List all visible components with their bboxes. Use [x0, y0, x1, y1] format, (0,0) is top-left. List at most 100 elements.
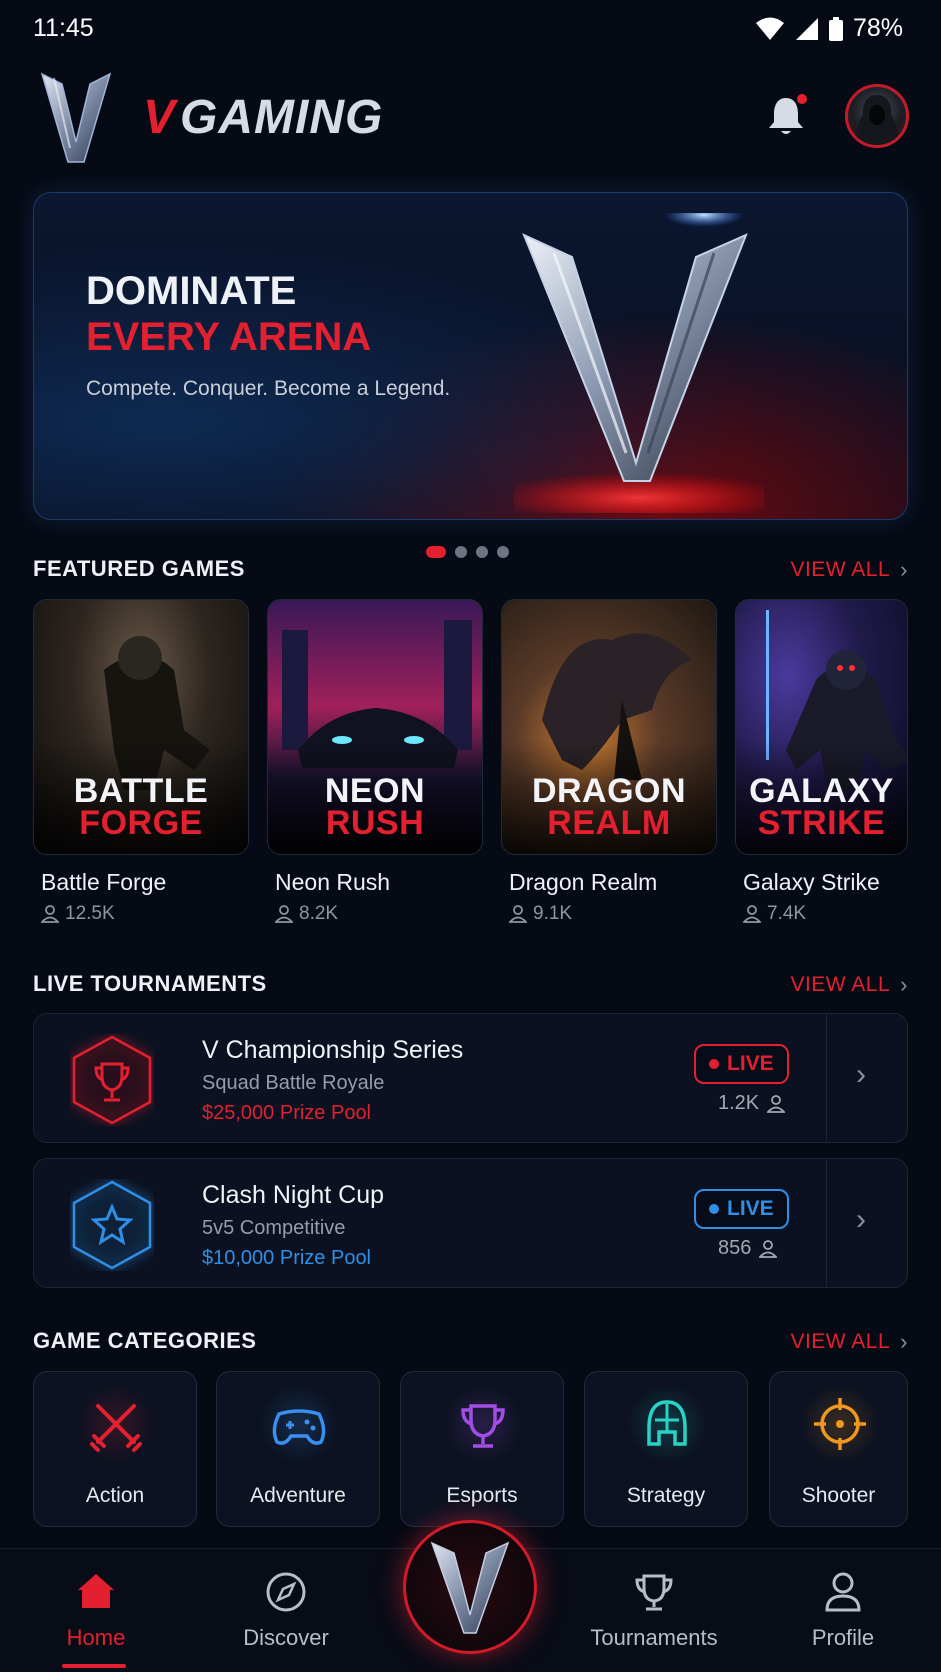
crosshair-icon [813, 1398, 866, 1450]
game-player-count: 12.5K [41, 903, 115, 925]
v-logo-icon[interactable] [40, 72, 112, 164]
status-icons: 78% [755, 14, 903, 43]
helmet-icon [647, 1400, 687, 1446]
game-title[interactable]: Dragon Realm [509, 869, 657, 896]
avatar[interactable] [845, 84, 909, 148]
game-categories-title: GAME CATEGORIES [33, 1328, 257, 1353]
nav-item-discover[interactable]: Discover [211, 1570, 361, 1651]
chevron-right-icon: › [900, 557, 908, 582]
participant-count-value: 1.2K [718, 1092, 760, 1114]
nav-label: Tournaments [590, 1625, 718, 1650]
user-icon [825, 1572, 861, 1612]
hero-title-line2: EVERY ARENA [86, 315, 372, 359]
live-label: LIVE [727, 1052, 774, 1075]
v-emblem-icon [514, 213, 764, 513]
notification-bell-icon[interactable] [764, 92, 808, 138]
game-title[interactable]: Neon Rush [275, 869, 390, 896]
user-icon [743, 905, 761, 923]
nav-label: Home [66, 1625, 126, 1650]
carousel-dot[interactable] [497, 546, 509, 558]
home-indicator [62, 1664, 126, 1668]
categories-view-all-link[interactable]: VIEW ALL › [790, 1329, 908, 1355]
tournament-card[interactable]: Clash Night Cup 5v5 Competitive $10,000 Pr… [33, 1158, 908, 1288]
game-player-count: 7.4K [743, 903, 806, 925]
category-tile[interactable]: Esports [400, 1371, 564, 1527]
player-count-value: 12.5K [65, 903, 115, 924]
user-icon [759, 1239, 778, 1258]
center-v-button[interactable] [403, 1520, 537, 1654]
tournaments-view-all-link[interactable]: VIEW ALL › [790, 972, 908, 998]
carousel-dot[interactable] [455, 546, 467, 558]
tournament-card[interactable]: V Championship Series Squad Battle Royale… [33, 1013, 908, 1143]
game-cover-title-line2: REALM [547, 804, 671, 842]
chevron-right-icon[interactable]: › [856, 1058, 866, 1092]
category-icon-halo [76, 1384, 156, 1464]
game-title[interactable]: Battle Forge [41, 869, 166, 896]
live-dot [709, 1204, 719, 1214]
category-label: Adventure [250, 1484, 346, 1507]
carousel-dot[interactable] [476, 546, 488, 558]
player-count-value: 8.2K [299, 903, 339, 924]
carousel-dot[interactable] [426, 546, 446, 558]
home-icon [78, 1574, 114, 1608]
swords-icon [90, 1404, 142, 1452]
live-dot [709, 1059, 719, 1069]
game-cover-title-line2: STRIKE [757, 804, 886, 842]
status-time: 11:45 [33, 14, 94, 42]
gamepad-icon [272, 1409, 326, 1445]
category-tile[interactable]: Action [33, 1371, 197, 1527]
nav-item-profile[interactable]: Profile [768, 1570, 918, 1651]
game-cover-title-line2: RUSH [325, 804, 425, 842]
category-icon-halo [627, 1384, 707, 1464]
view-all-label: VIEW ALL [790, 973, 891, 996]
nav-item-tournaments[interactable]: Tournaments [579, 1570, 729, 1651]
category-icon-halo [799, 1384, 880, 1464]
live-tournaments-title: LIVE TOURNAMENTS [33, 971, 267, 996]
category-tile[interactable]: Adventure [216, 1371, 380, 1527]
game-player-count: 9.1K [509, 903, 572, 925]
tournament-mode: Squad Battle Royale [202, 1072, 385, 1094]
participant-count: 1.2K [718, 1092, 786, 1115]
game-card[interactable]: GALAXY STRIKE [735, 599, 908, 855]
game-card[interactable]: NEON RUSH [267, 599, 483, 855]
featured-view-all-link[interactable]: VIEW ALL › [790, 557, 908, 583]
hero-banner[interactable]: DOMINATE EVERY ARENA Compete. Conquer. B… [33, 192, 908, 520]
hero-subtitle: Compete. Conquer. Become a Legend. [86, 377, 451, 400]
category-tile[interactable]: Strategy [584, 1371, 748, 1527]
nav-label: Discover [243, 1625, 329, 1650]
tournament-mode: 5v5 Competitive [202, 1217, 346, 1239]
player-count-value: 9.1K [533, 903, 573, 924]
user-icon [41, 905, 59, 923]
nav-label: Profile [811, 1625, 875, 1650]
battery-icon [828, 16, 843, 41]
chevron-right-icon[interactable]: › [856, 1203, 866, 1237]
featured-games-title: FEATURED GAMES [33, 556, 245, 581]
category-tile[interactable]: Shooter [769, 1371, 908, 1527]
game-player-count: 8.2K [275, 903, 338, 925]
category-icon-halo [259, 1384, 339, 1464]
tournament-prize: $25,000 Prize Pool [202, 1102, 372, 1124]
game-title[interactable]: Galaxy Strike [743, 869, 880, 896]
brand-wordmark: V GAMING [143, 90, 383, 145]
participant-count-value: 856 [718, 1237, 752, 1259]
user-icon [767, 1094, 786, 1113]
notification-dot [797, 94, 807, 104]
user-icon [275, 905, 293, 923]
trophy-icon [72, 1035, 152, 1125]
tournament-name: Clash Night Cup [202, 1181, 385, 1209]
star-icon [72, 1180, 152, 1270]
trophy-icon [635, 1574, 673, 1611]
carousel-indicator[interactable] [426, 546, 509, 558]
game-card[interactable]: BATTLE FORGE [33, 599, 249, 855]
chevron-right-icon: › [900, 972, 908, 997]
nav-item-home[interactable]: Home [21, 1570, 171, 1651]
tournament-name: V Championship Series [202, 1036, 464, 1064]
category-icon-halo [443, 1384, 523, 1464]
view-all-label: VIEW ALL [790, 1330, 891, 1353]
game-card[interactable]: DRAGON REALM [501, 599, 717, 855]
v-logo-icon [430, 1541, 510, 1634]
brand-v: V [143, 91, 177, 144]
hero-title-line1: DOMINATE [86, 269, 297, 313]
divider [826, 1014, 827, 1142]
brand-word: GAMING [180, 91, 384, 144]
